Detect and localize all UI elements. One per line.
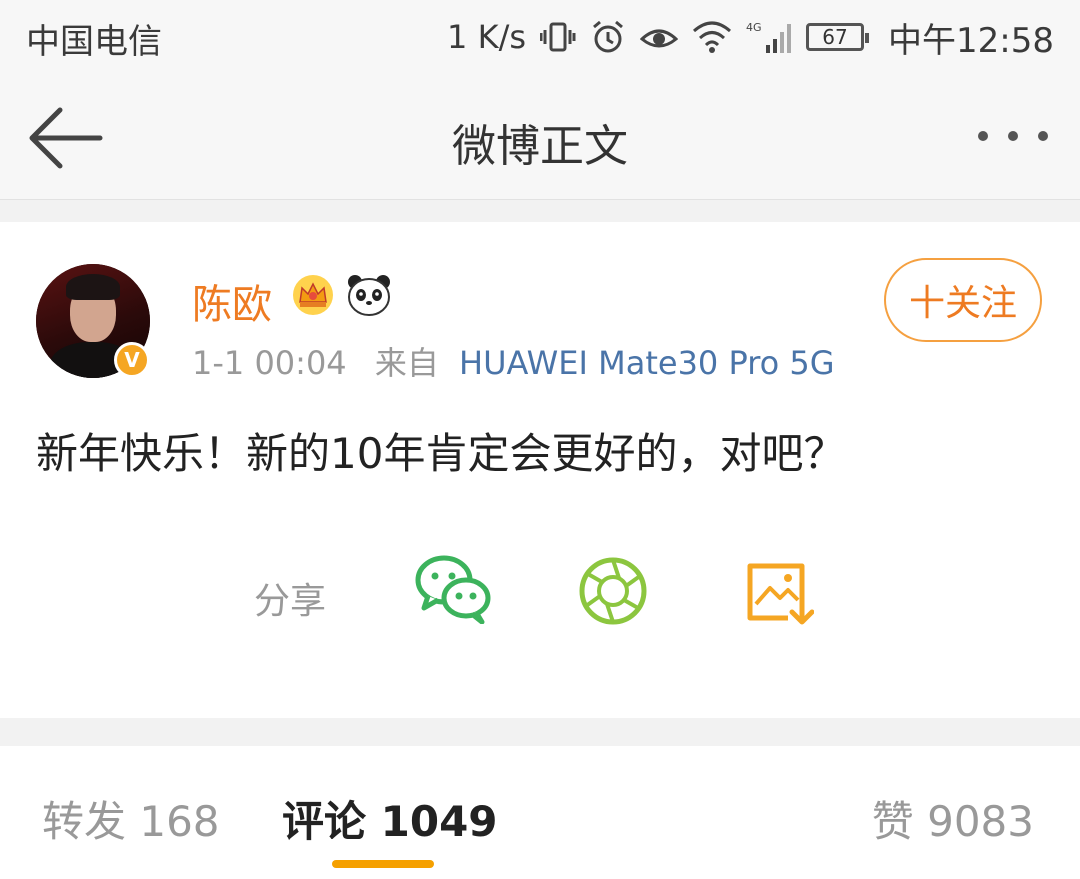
more-button[interactable] xyxy=(978,116,1048,156)
moments-icon[interactable] xyxy=(578,556,648,626)
post-tabs: 转发 168 评论 1049 赞 9083 xyxy=(0,746,1080,879)
wifi-icon xyxy=(692,19,732,55)
post-text: 新年快乐！新的10年肯定会更好的，对吧？ xyxy=(36,429,846,478)
status-indicators: 1 K/s 4G 67 中午12:58 xyxy=(447,12,1054,62)
battery-level: 67 xyxy=(822,25,848,49)
vibrate-icon xyxy=(540,19,576,55)
post-card: V 陈欧 1-1 00:04 来自 HUAWEI Mate30 Pro 5G 十… xyxy=(0,222,1080,718)
source-device-link[interactable]: HUAWEI Mate30 Pro 5G xyxy=(459,344,835,382)
eye-icon xyxy=(640,19,679,55)
nav-bar: 微博正文 xyxy=(0,76,1080,200)
post-meta: 1-1 00:04 来自 HUAWEI Mate30 Pro 5G xyxy=(192,338,835,384)
author-name[interactable]: 陈欧 xyxy=(192,272,272,330)
network-type-label: 4G xyxy=(746,21,762,34)
tab-likes[interactable]: 赞 9083 xyxy=(872,788,1034,849)
avatar[interactable]: V xyxy=(36,264,150,378)
carrier-name: 中国电信 xyxy=(26,22,162,62)
source-label: 来自 xyxy=(374,344,439,382)
clock: 中午12:58 xyxy=(888,20,1054,61)
tab-repost[interactable]: 转发 168 xyxy=(42,788,220,849)
signal-icon: 4G xyxy=(746,19,792,55)
more-dots-icon xyxy=(978,131,988,141)
follow-button[interactable]: 十关注 xyxy=(884,258,1042,342)
page-title: 微博正文 xyxy=(452,121,628,172)
alarm-icon xyxy=(590,19,626,55)
net-speed: 1 K/s xyxy=(447,18,527,56)
share-label: 分享 xyxy=(254,581,327,622)
tab-comments[interactable]: 评论 1049 xyxy=(282,788,498,849)
post-time: 1-1 00:04 xyxy=(192,344,347,382)
active-tab-indicator xyxy=(332,860,434,868)
save-image-icon[interactable] xyxy=(744,560,814,626)
status-bar: 中国电信 1 K/s 4G 67 中午12:58 xyxy=(0,0,1080,76)
verified-badge-icon: V xyxy=(114,342,150,378)
panda-icon[interactable] xyxy=(346,272,392,318)
battery-icon: 67 xyxy=(806,23,870,51)
wechat-icon[interactable] xyxy=(414,552,492,624)
crown-icon[interactable] xyxy=(292,274,334,316)
